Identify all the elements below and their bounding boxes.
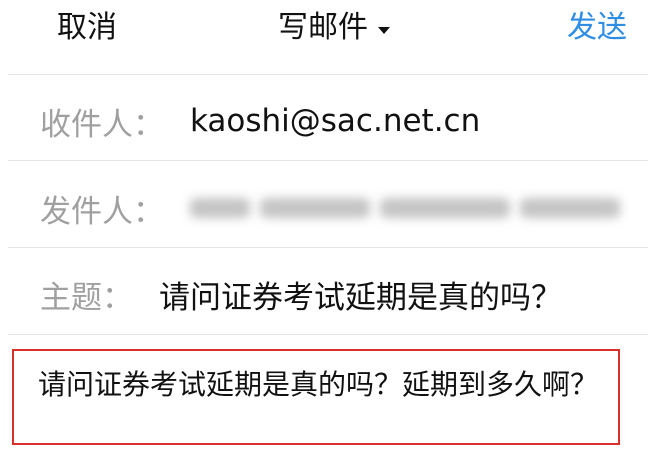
message-body[interactable]: 请问证券考试延期是真的吗？延期到多久啊？: [12, 349, 620, 445]
caret-down-icon: [378, 26, 390, 34]
cancel-button[interactable]: 取消: [57, 8, 117, 48]
subject-label: 主题：: [40, 279, 133, 316]
recipient-row: 收件人： kaoshi@sac.net.cn: [40, 79, 655, 163]
divider: [8, 160, 648, 161]
subject-row: 主题： 请问证券考试延期是真的吗？: [40, 252, 655, 336]
divider: [8, 74, 648, 75]
compose-title: 写邮件: [278, 10, 368, 45]
sender-row: 发件人：: [40, 166, 655, 250]
sender-label: 发件人：: [40, 193, 164, 230]
send-button[interactable]: 发送: [567, 8, 627, 48]
divider: [8, 247, 648, 248]
recipient-label: 收件人：: [40, 106, 164, 143]
compose-title-dropdown[interactable]: 写邮件: [278, 8, 390, 48]
recipient-field[interactable]: kaoshi@sac.net.cn: [190, 103, 480, 139]
subject-field[interactable]: 请问证券考试延期是真的吗？: [159, 272, 562, 317]
compose-header: 取消 写邮件 发送: [0, 0, 655, 62]
sender-field-blurred[interactable]: [190, 193, 620, 223]
divider: [8, 334, 648, 335]
